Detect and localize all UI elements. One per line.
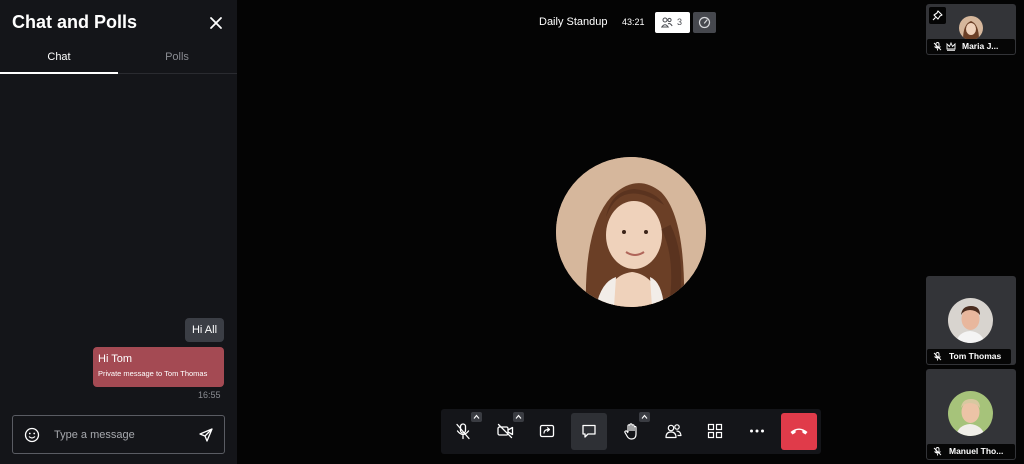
message-composer xyxy=(12,415,225,454)
more-options-button[interactable] xyxy=(739,413,775,450)
participant-avatar xyxy=(959,16,983,40)
participant-tile-manuel[interactable]: Manuel Tho... xyxy=(926,369,1016,460)
camera-options-button[interactable] xyxy=(513,412,524,422)
message-input[interactable] xyxy=(54,425,194,445)
meeting-title: Daily Standup xyxy=(539,16,608,28)
screen-share-button[interactable] xyxy=(529,413,565,450)
grid-icon xyxy=(707,423,723,439)
participant-name-bar: Maria J... xyxy=(927,39,1015,54)
private-message-note: Private message to Tom Thomas xyxy=(98,369,208,378)
mic-muted-icon xyxy=(933,447,942,456)
chevron-up-icon xyxy=(641,414,648,419)
chat-tabs: Chat Polls xyxy=(0,44,237,74)
hang-up-button[interactable] xyxy=(781,413,817,450)
chevron-up-icon xyxy=(473,414,480,419)
close-icon xyxy=(210,17,222,29)
more-horizontal-icon xyxy=(750,429,764,433)
gauge-icon xyxy=(698,16,711,29)
connection-status-button[interactable] xyxy=(693,12,716,33)
meeting-toolbar xyxy=(441,409,821,454)
chevron-up-icon xyxy=(515,414,522,419)
chat-message-private: Hi Tom Private message to Tom Thomas xyxy=(93,347,224,387)
chat-button[interactable] xyxy=(571,413,607,450)
microphone-options-button[interactable] xyxy=(471,412,482,422)
phone-hangup-icon xyxy=(790,428,808,435)
send-button[interactable] xyxy=(198,427,214,443)
participant-name: Manuel Tho... xyxy=(949,446,1004,456)
screen-share-icon xyxy=(539,424,555,438)
participant-count-button[interactable]: 3 xyxy=(655,12,690,33)
emoji-button[interactable] xyxy=(24,427,40,443)
participant-avatar xyxy=(948,298,993,343)
meeting-timer: 43:21 xyxy=(622,17,645,27)
camera-off-icon xyxy=(497,423,514,439)
tab-chat[interactable]: Chat xyxy=(0,44,118,74)
reactions-options-button[interactable] xyxy=(639,412,650,422)
message-timestamp: 16:55 xyxy=(198,390,221,400)
smiley-icon xyxy=(24,427,40,443)
speaker-avatar xyxy=(556,157,706,307)
hand-icon xyxy=(624,423,637,440)
private-message-text: Hi Tom xyxy=(98,353,133,365)
send-icon xyxy=(199,428,213,442)
pin-icon xyxy=(932,10,943,21)
tab-polls[interactable]: Polls xyxy=(118,44,236,74)
moderator-crown-icon xyxy=(946,42,956,51)
chat-bubble-icon xyxy=(582,424,596,438)
participant-tile-maria[interactable]: Maria J... xyxy=(926,4,1016,55)
participant-count: 3 xyxy=(677,17,683,27)
participant-name-bar: Tom Thomas xyxy=(927,349,1011,364)
tile-view-button[interactable] xyxy=(697,413,733,450)
participants-button[interactable] xyxy=(655,413,691,450)
participant-tile-tom[interactable]: Tom Thomas xyxy=(926,276,1016,365)
close-chat-button[interactable] xyxy=(207,14,225,32)
participant-name: Maria J... xyxy=(962,41,999,51)
chat-panel: Chat and Polls Chat Polls Hi All Hi Tom … xyxy=(0,0,237,464)
participant-avatar xyxy=(948,391,993,436)
microphone-muted-icon xyxy=(456,423,470,440)
mic-muted-icon xyxy=(933,42,942,51)
participants-icon xyxy=(665,424,682,439)
mic-muted-icon xyxy=(933,352,942,361)
pin-button[interactable] xyxy=(929,7,946,24)
participants-icon xyxy=(661,17,673,28)
chat-message-group: Hi All xyxy=(185,318,224,342)
chat-panel-title: Chat and Polls xyxy=(12,12,138,32)
participant-name-bar: Manuel Tho... xyxy=(927,444,1015,459)
participant-name: Tom Thomas xyxy=(949,351,1002,361)
